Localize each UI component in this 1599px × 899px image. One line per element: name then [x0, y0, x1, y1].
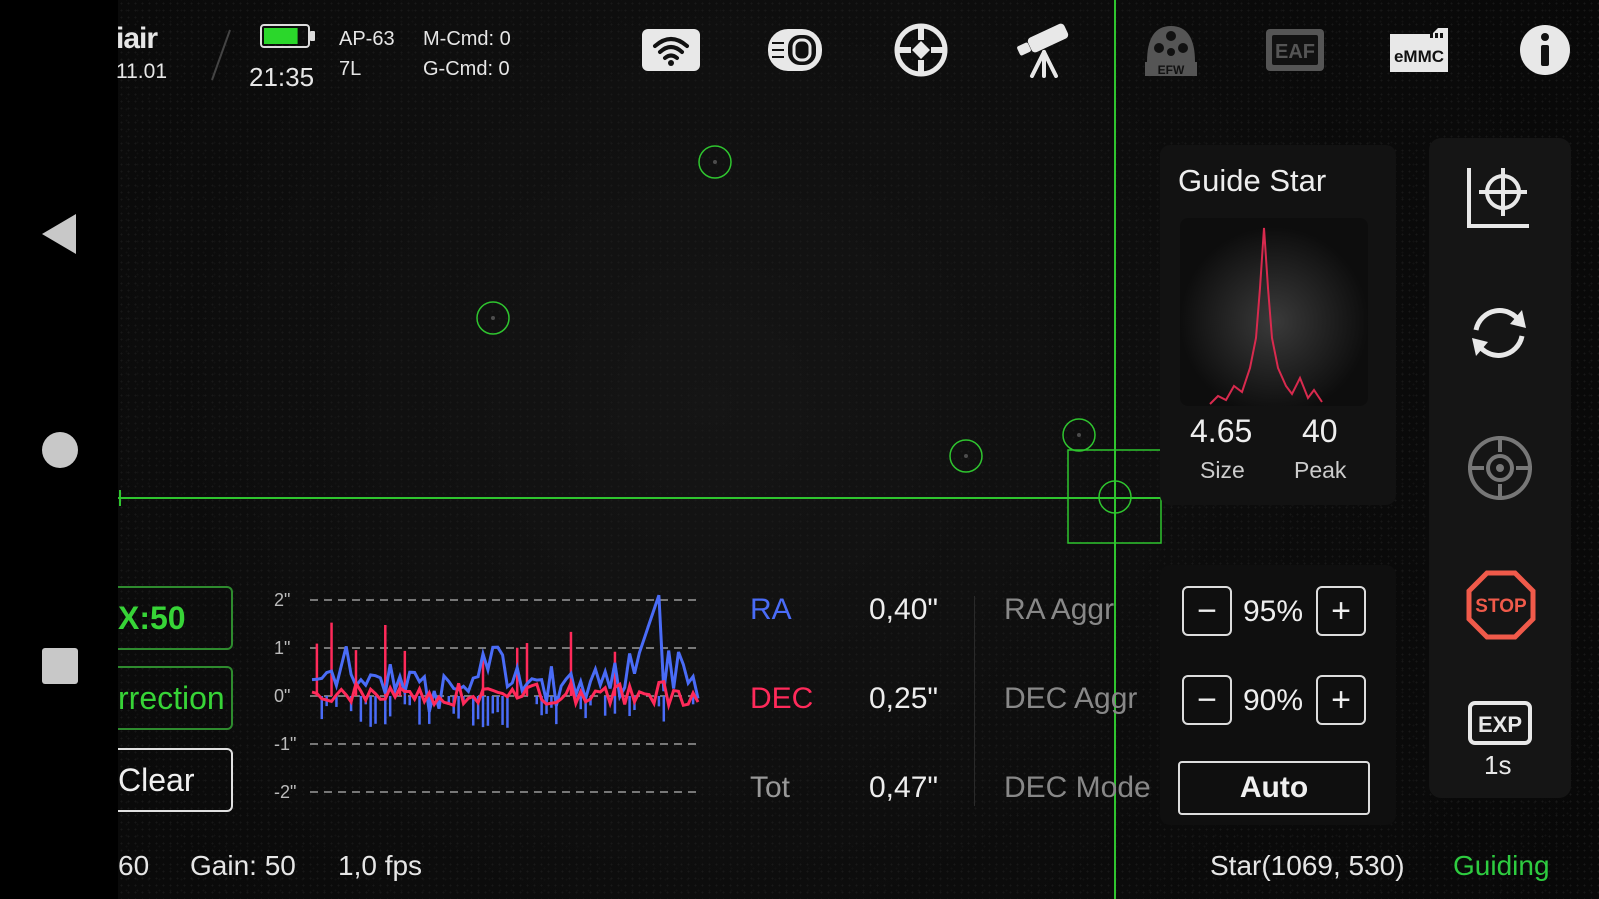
graph-y-tick: 1" — [274, 638, 290, 658]
camera-icon — [768, 29, 822, 71]
graph-scale-button[interactable]: X:50 — [118, 586, 233, 650]
graph-scale-label: X:50 — [118, 599, 186, 636]
telescope-button[interactable] — [1014, 22, 1076, 78]
stop-icon: STOP — [1466, 570, 1536, 640]
ra-label: RA — [750, 593, 792, 626]
graph-y-tick: 2" — [274, 590, 290, 610]
version-fragment: 11.01 — [116, 60, 167, 83]
svg-text:EAF: EAF — [1275, 41, 1315, 63]
device-subtext: 7L — [339, 58, 362, 80]
guiding-graph: 2" 1" 0" -1" -2" — [274, 590, 700, 802]
tot-label: Tot — [750, 771, 791, 804]
eaf-button[interactable]: EAF — [1264, 22, 1326, 78]
ra-rms-value: 0,40" — [869, 593, 939, 626]
info-button[interactable] — [1514, 22, 1576, 78]
app-name-fragment: iair — [116, 22, 158, 55]
clock: 21:35 — [249, 62, 315, 92]
find-star-button[interactable] — [1466, 434, 1534, 507]
telescope-icon — [1017, 23, 1069, 78]
graph-y-tick: 0" — [274, 686, 290, 706]
star-size-value: 4.65 — [1190, 413, 1253, 449]
info-icon — [1520, 25, 1570, 75]
guide-star-title: Guide Star — [1178, 163, 1327, 198]
graph-y-tick: -1" — [274, 734, 296, 754]
exposure-fragment: 60 — [118, 850, 150, 881]
wifi-button[interactable] — [640, 22, 702, 78]
svg-text:eMMC: eMMC — [1394, 47, 1444, 66]
star-size-label: Size — [1200, 457, 1245, 483]
efw-button[interactable]: EFW — [1140, 22, 1202, 78]
ra-aggr-label: RA Aggr — [1004, 593, 1115, 626]
clear-graph-button[interactable]: Clear — [118, 748, 233, 812]
ra-aggr-decrease-button[interactable]: − — [1182, 586, 1232, 636]
wifi-icon — [642, 29, 700, 71]
loop-button[interactable] — [1466, 300, 1532, 371]
dec-aggr-increase-button[interactable]: + — [1316, 675, 1366, 725]
exposure-button[interactable]: EXP — [1468, 701, 1532, 750]
device-name: AP-63 — [339, 28, 395, 50]
fps-readout: 1,0 fps — [338, 850, 423, 881]
svg-text:EFW: EFW — [1158, 63, 1185, 77]
camera-button[interactable] — [764, 22, 826, 78]
dec-aggr-label: DEC Aggr — [1004, 682, 1138, 715]
gain-readout: Gain: 50 — [190, 850, 296, 881]
star-profile-graph — [1180, 218, 1368, 406]
star-peak-label: Peak — [1294, 457, 1347, 483]
dec-rms-value: 0,25" — [869, 682, 939, 715]
dec-label: DEC — [750, 682, 814, 715]
efw-icon: EFW — [1145, 26, 1197, 77]
tot-rms-value: 0,47" — [869, 771, 939, 804]
crosshair-target-icon — [1468, 436, 1532, 500]
svg-text:STOP: STOP — [1475, 596, 1527, 617]
emmc-button[interactable]: eMMC — [1388, 22, 1450, 78]
exp-icon: EXP — [1468, 701, 1532, 745]
refresh-icon — [1472, 308, 1526, 358]
eaf-icon: EAF — [1266, 29, 1324, 71]
emmc-icon: eMMC — [1390, 28, 1448, 72]
exposure-value: 1s — [1484, 750, 1512, 780]
guiding-state: Guiding — [1453, 850, 1550, 881]
dec-aggr-value: 90% — [1243, 684, 1304, 717]
calibrate-icon — [1467, 168, 1529, 228]
correction-button[interactable]: rrection — [118, 666, 233, 730]
graph-y-tick: -2" — [274, 782, 296, 802]
clear-label: Clear — [118, 761, 195, 798]
dec-mode-label: DEC Mode — [1004, 771, 1151, 804]
stats-divider — [974, 596, 975, 806]
guide-button[interactable] — [890, 22, 952, 78]
g-cmd-counter: G-Cmd: 0 — [423, 58, 510, 80]
dec-mode-select[interactable]: Auto — [1178, 761, 1370, 815]
ra-aggr-value: 95% — [1243, 595, 1304, 628]
divider-slash — [211, 29, 231, 81]
battery-icon — [259, 22, 317, 55]
svg-text:EXP: EXP — [1478, 712, 1522, 737]
star-position: Star(1069, 530) — [1210, 850, 1405, 881]
star-peak-value: 40 — [1302, 413, 1338, 449]
dec-aggr-decrease-button[interactable]: − — [1182, 675, 1232, 725]
ra-aggr-increase-button[interactable]: + — [1316, 586, 1366, 636]
stop-button[interactable]: STOP — [1466, 570, 1536, 645]
guide-target-icon — [894, 23, 948, 77]
calibrate-button[interactable] — [1465, 164, 1531, 235]
m-cmd-counter: M-Cmd: 0 — [423, 28, 511, 50]
correction-label: rrection — [118, 679, 225, 716]
